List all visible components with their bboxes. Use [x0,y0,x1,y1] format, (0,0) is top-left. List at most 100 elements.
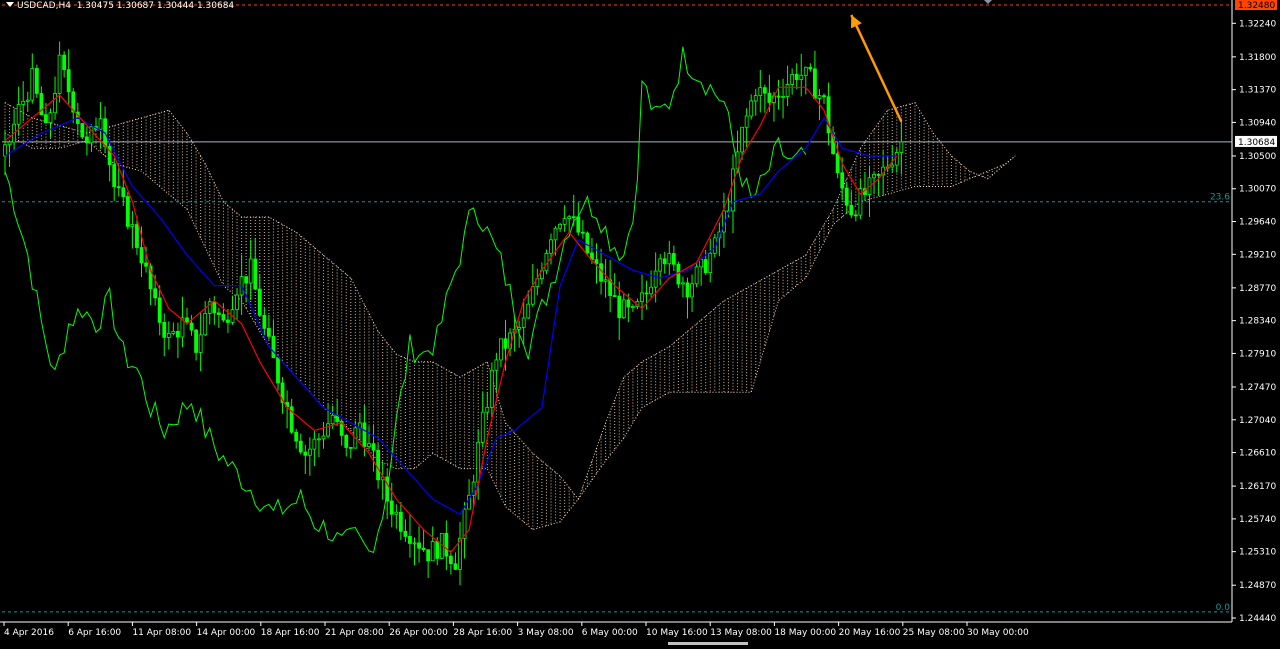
candle-body [517,326,522,330]
candle-body [644,292,649,295]
candlestick-chart[interactable]: 23.6 0.0 1.32240 1.31800 1.31370 1.30940 1.30… [0,0,1280,645]
chart-window[interactable]: 23.6 0.0 1.32240 1.31800 1.31370 1.30940 1.30… [0,0,1280,645]
candle-body [549,239,553,254]
candle-body [799,74,804,80]
candle-body [98,118,103,130]
candle-body [144,262,148,267]
candle-body [171,330,176,334]
candle-body [599,263,603,282]
candle-body [216,312,221,315]
candle-body [116,186,121,189]
candle-body [640,292,644,302]
candle-body [162,321,167,338]
x-tick-label: 28 Apr 16:00 [453,628,512,638]
candle-body [389,500,394,515]
fibonacci-label: 0.0 [1216,603,1231,613]
candle-body [112,164,117,188]
y-tick-label: 1.29640 [1239,218,1276,228]
candle-body [212,301,217,314]
candle-body [808,66,813,70]
candle-body [408,535,412,544]
candle-body [562,218,567,225]
candle-body [803,66,808,76]
candle-body [489,369,494,408]
candle-body [612,295,617,297]
y-tick-label: 1.24440 [1239,614,1276,624]
candle-body [594,259,599,265]
x-tick-label: 6 Apr 16:00 [68,628,121,638]
candle-body [130,224,135,227]
chart-header: USDCAD,H4 1.30475 1.30687 1.30444 1.3068… [6,1,234,11]
x-tick-label: 11 Apr 08:00 [132,628,191,638]
candle-body [521,317,526,328]
candle-body [699,259,704,268]
candle-body [844,187,849,206]
candle-body [485,406,490,413]
candle-body [385,476,390,502]
candle-body [681,282,685,285]
candle-body [303,451,308,456]
candle-body [262,314,267,329]
candle-body [80,123,85,138]
candle-body [85,136,89,144]
x-tick-label: 30 May 00:00 [967,628,1029,638]
candle-body [876,174,881,176]
candle-body [872,174,876,179]
candle-body [822,95,826,98]
x-tick-label: 20 May 16:00 [839,628,901,638]
candle-body [221,314,226,321]
candle-body [662,258,667,265]
candle-body [248,258,253,284]
candle-body [790,73,795,85]
y-tick-label: 1.27910 [1239,349,1276,359]
candle-body [749,100,754,117]
candle-body [753,95,758,102]
candle-body [785,84,790,97]
candle-body [671,253,676,265]
candle-body [417,542,421,549]
candle-body [25,99,30,102]
candle-body [421,547,426,551]
candle-body [667,253,672,265]
x-tick-label: 13 May 08:00 [710,628,772,638]
candle-body [30,68,35,101]
candle-body [794,73,799,80]
candle-body [139,247,144,264]
y-tick-label: 1.30940 [1239,118,1276,128]
candle-body [835,153,840,174]
candle-body [189,322,194,331]
candle-body [685,282,690,298]
candle-body [398,511,403,532]
candle-body [781,96,785,98]
candle-body [740,126,744,153]
candle-body [631,306,635,308]
candle-body [690,283,694,298]
candle-body [34,68,39,94]
candle-body [253,258,258,290]
candle-body [121,187,126,197]
candle-body [53,93,57,114]
candle-body [426,549,431,562]
y-tick-label: 1.28340 [1239,317,1276,327]
candle-body [503,338,508,349]
candle-body [16,104,21,125]
candle-body [899,141,904,153]
candle-body [494,359,499,371]
candle-body [376,449,381,481]
y-tick-label: 1.31370 [1239,86,1276,96]
candle-body [48,112,53,123]
candle-body [403,530,408,537]
y-tick-label: 1.25310 [1239,548,1276,558]
candle-body [430,541,435,562]
y-tick-label: 1.30070 [1239,185,1276,195]
candle-body [849,204,854,216]
candle-body [276,357,280,384]
candle-body [66,69,71,93]
y-tick-label: 1.30500 [1239,152,1276,162]
dropdown-triangle-icon[interactable] [6,2,14,7]
y-tick-label: 1.27470 [1239,383,1276,393]
x-tick-label: 14 Apr 00:00 [197,628,256,638]
candle-body [3,144,7,157]
symbol-label: USDCAD,H4 [17,1,71,11]
candle-body [367,443,371,447]
